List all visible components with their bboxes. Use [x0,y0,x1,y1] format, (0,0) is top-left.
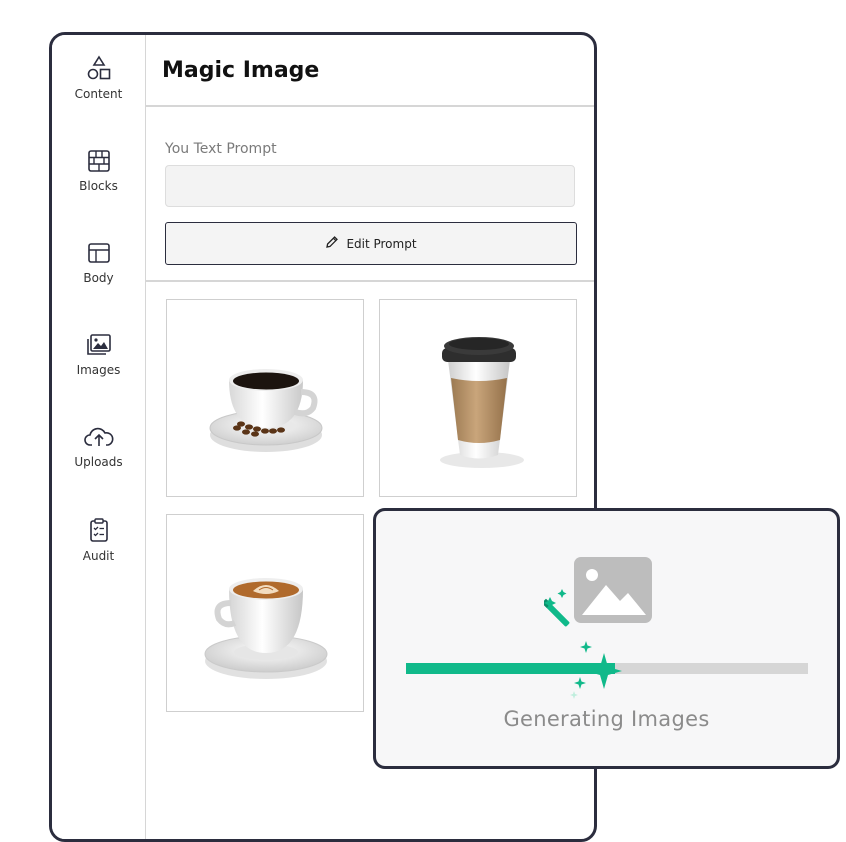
blocks-icon [52,149,145,173]
sidebar-item-audit[interactable]: Audit [52,517,145,563]
sidebar: Content Blocks Body Images Uploads Audit [52,35,146,839]
sidebar-item-label: Blocks [79,179,118,193]
sidebar-item-label: Content [74,87,123,101]
divider [146,280,594,282]
sidebar-item-body[interactable]: Body [52,241,145,285]
image-card[interactable] [166,299,364,497]
pencil-icon [325,235,339,252]
image-card[interactable] [379,299,577,497]
sidebar-item-uploads[interactable]: Uploads [52,425,145,469]
sidebar-item-label: Body [83,271,114,285]
shapes-icon [52,55,145,81]
coffee-cup-image [209,369,323,452]
sidebar-item-label: Images [76,363,121,377]
sidebar-item-label: Uploads [74,455,123,469]
sidebar-item-blocks[interactable]: Blocks [52,149,145,193]
latte-cup-image [204,578,328,679]
divider [146,105,594,107]
sidebar-item-content[interactable]: Content [52,55,145,101]
takeaway-cup-image [440,337,524,468]
cloud-upload-icon [52,425,145,449]
edit-prompt-button[interactable]: Edit Prompt [165,222,577,265]
page-title: Magic Image [162,58,320,83]
sidebar-item-images[interactable]: Images [52,333,145,377]
prompt-input[interactable] [165,165,575,207]
edit-prompt-label: Edit Prompt [346,236,417,251]
clipboard-icon [52,517,145,543]
generating-images-dialog: Generating Images [373,508,840,769]
layout-icon [52,241,145,265]
image-card[interactable] [166,514,364,712]
images-icon [52,333,145,357]
prompt-label: You Text Prompt [165,141,277,157]
generating-status-text: Generating Images [503,707,710,731]
sidebar-item-label: Audit [82,549,115,563]
